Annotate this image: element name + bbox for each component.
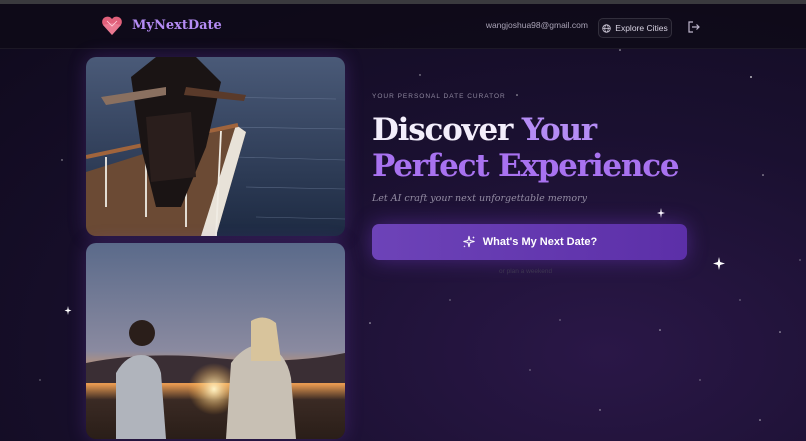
hero-title-line2: Perfect Experience: [372, 148, 680, 184]
user-email: wangjoshua98@gmail.com: [485, 20, 588, 30]
hero-title-line1: Discover Your: [372, 112, 597, 148]
explore-cities-button[interactable]: Explore Cities: [598, 18, 672, 38]
cta-label: What's My Next Date?: [482, 236, 598, 248]
app-header: MyNextDate wangjoshua98@gmail.com Explor…: [0, 4, 806, 49]
whats-my-next-date-button[interactable]: What's My Next Date?: [372, 224, 687, 260]
hero-title-word-your: Your: [521, 112, 597, 148]
heart-logo-icon[interactable]: [100, 14, 124, 38]
hero-tagline: Let AI craft your next unforgettable mem…: [372, 193, 588, 204]
sparkles-icon: [462, 235, 475, 248]
logout-icon[interactable]: [686, 19, 702, 35]
hero-eyebrow: YOUR PERSONAL DATE CURATOR: [372, 93, 506, 100]
couple-ship-photo: [86, 57, 345, 236]
couple-sunset-photo: [86, 243, 345, 439]
explore-cities-label: Explore Cities: [615, 23, 668, 33]
secondary-link[interactable]: or plan a weekend: [499, 268, 552, 275]
globe-icon: [602, 23, 611, 33]
app-logo-text[interactable]: MyNextDate: [132, 18, 222, 33]
hero-title-word-discover: Discover: [372, 112, 522, 148]
